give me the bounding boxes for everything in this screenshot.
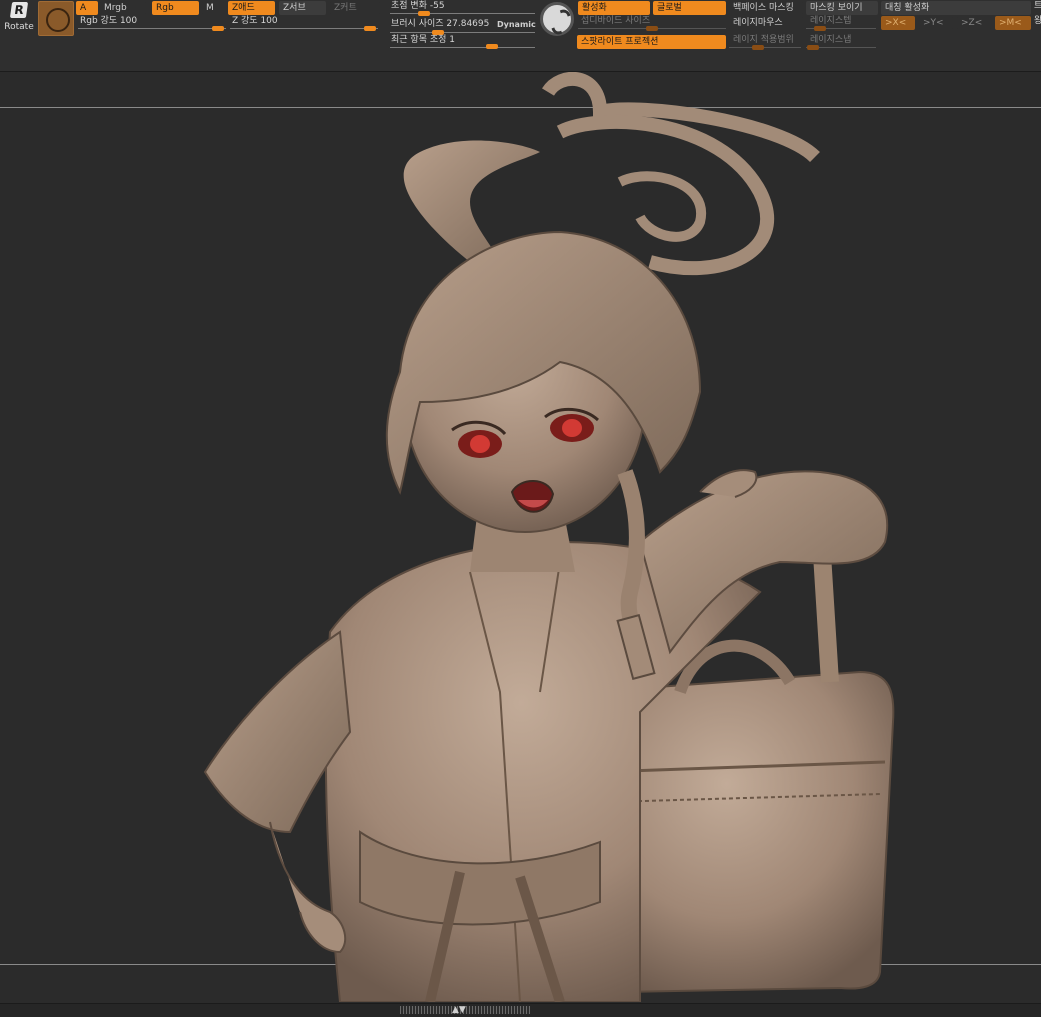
draw-size-track[interactable] (390, 32, 535, 33)
show-mask-toggle[interactable]: 마스킹 보이기 (806, 1, 878, 15)
rotate-label: Rotate (4, 22, 34, 32)
material-thumbnail[interactable] (38, 1, 74, 36)
a-toggle[interactable]: A (76, 1, 98, 15)
focal-shift-label: 초점 변화 -55 (391, 1, 445, 11)
rotate-icon: R (9, 2, 29, 18)
symmetry-y-toggle[interactable]: >Y< (919, 16, 953, 30)
backface-masking-toggle[interactable]: 백페이스 마스킹 (729, 1, 803, 15)
recent-adjust-knob[interactable] (486, 44, 498, 49)
spotlight-global-button[interactable]: 글로벌 (653, 1, 726, 15)
lazy-radius-label: 레이지 적용범위 (733, 35, 794, 45)
lazy-radius-track[interactable] (729, 47, 801, 48)
lazy-snap-knob[interactable] (807, 45, 819, 50)
rotate-button[interactable]: R Rotate (2, 2, 36, 34)
dynamic-toggle[interactable]: Dynamic (496, 18, 536, 32)
cut-label-1: 트 (1034, 1, 1041, 11)
symmetry-m-toggle[interactable]: >M< (995, 16, 1031, 30)
focal-shift-track[interactable] (390, 13, 535, 14)
shelf-toggle-arrows-icon[interactable]: ▲▼ (452, 1004, 466, 1016)
m-toggle[interactable]: M (202, 1, 224, 15)
z-intensity-track[interactable] (230, 28, 378, 29)
canvas-viewport[interactable] (0, 72, 1041, 1002)
rgb-intensity-label: Rgb 강도 100 (80, 16, 138, 26)
cut-label-2: 왕 (1034, 16, 1041, 26)
lazy-radius-knob[interactable] (752, 45, 764, 50)
mrgb-toggle[interactable]: Mrgb (100, 1, 146, 15)
zcut-toggle[interactable]: Z커트 (330, 1, 380, 15)
bottom-shelf: ▲▼ (0, 1003, 1041, 1017)
symmetry-x-toggle[interactable]: >X< (881, 16, 915, 30)
zadd-toggle[interactable]: Z애드 (228, 1, 275, 15)
symmetry-z-toggle[interactable]: >Z< (957, 16, 991, 30)
lazy-mouse-toggle[interactable]: 레이지마우스 (729, 16, 803, 30)
recent-adjust-track[interactable] (390, 47, 535, 48)
z-intensity-label: Z 강도 100 (232, 16, 278, 26)
subdivide-size-knob[interactable] (646, 26, 658, 31)
focal-shift-knob[interactable] (418, 11, 430, 16)
spotlight-activate-button[interactable]: 활성화 (578, 1, 650, 15)
lazy-step-knob[interactable] (814, 26, 826, 31)
rgb-toggle[interactable]: Rgb (152, 1, 199, 15)
z-intensity-knob[interactable] (364, 26, 376, 31)
symmetry-activate-button[interactable]: 대칭 활성화 (881, 1, 1031, 15)
rgb-intensity-track[interactable] (78, 28, 226, 29)
rgb-intensity-knob[interactable] (212, 26, 224, 31)
sculpt-model[interactable] (0, 72, 1041, 1002)
recent-adjust-label: 최근 항목 조정 1 (391, 35, 455, 45)
top-toolbar: R Rotate A Mrgb Rgb M Z애드 Z서브 Z커트 Rgb 강도… (0, 0, 1041, 72)
spotlight-gyro-icon[interactable] (540, 2, 574, 36)
spotlight-projection-button[interactable]: 스팟라이트 프로젝션 (577, 35, 726, 49)
zsub-toggle[interactable]: Z서브 (279, 1, 326, 15)
draw-size-label: 브러시 사이즈 27.84695 (391, 19, 490, 29)
subdivide-size-label: 섭디바이드 사이즈 (581, 16, 651, 26)
